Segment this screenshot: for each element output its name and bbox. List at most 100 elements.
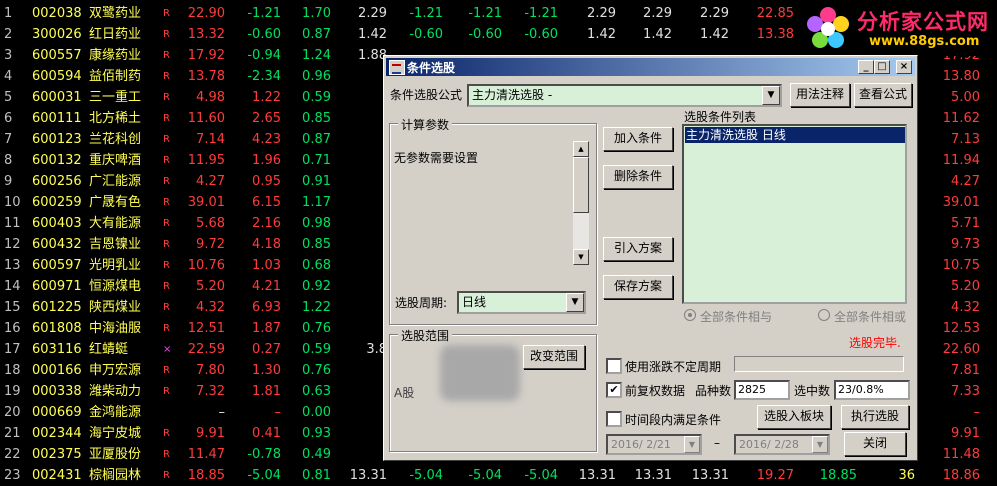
- maximize-button[interactable]: □: [874, 60, 890, 74]
- cell-c8: -5.04: [524, 468, 558, 483]
- cell-c15: 11.48: [942, 447, 980, 462]
- cell-chg: 2.65: [252, 111, 281, 126]
- stock-code: 600031: [32, 90, 82, 105]
- condition-list-item[interactable]: 主力清洗选股 日线: [685, 127, 905, 143]
- dialog-titlebar[interactable]: 条件选股 _ □ ×: [386, 58, 915, 76]
- stock-name: 棕榈园林: [89, 468, 142, 483]
- save-scheme-button[interactable]: 保存方案: [603, 275, 673, 299]
- logo-text: 分析家公式网: [857, 10, 989, 34]
- cell-pct: 0.76: [302, 321, 331, 336]
- row-index: 19: [4, 384, 21, 399]
- radio-and[interactable]: [684, 309, 696, 321]
- cell-c15: 11.62: [942, 111, 980, 126]
- chevron-down-icon[interactable]: ▼: [762, 86, 780, 105]
- cell-c9: 2.29: [587, 6, 616, 21]
- cell-c15: 22.60: [942, 342, 980, 357]
- cell-price: 11.60: [187, 111, 225, 126]
- cell-chg: 2.16: [252, 216, 281, 231]
- financing-flag: R: [163, 218, 170, 229]
- cell-chg: 0.95: [252, 174, 281, 189]
- close-button[interactable]: 关闭: [844, 432, 906, 456]
- change-range-button[interactable]: 改变范围: [523, 345, 585, 369]
- close-window-button[interactable]: ×: [896, 60, 912, 74]
- financing-flag: R: [163, 323, 170, 334]
- usage-notes-button[interactable]: 用法注释: [790, 83, 850, 107]
- formula-select[interactable]: 主力清洗选股 - ▼: [467, 84, 782, 107]
- count-field: 2825: [734, 380, 790, 400]
- cell-chg: –: [274, 405, 282, 420]
- stock-code: 600432: [32, 237, 82, 252]
- cell-c13: 18.85: [819, 468, 857, 483]
- cell-c15: 11.94: [942, 153, 980, 168]
- cell-c6: -1.21: [409, 6, 443, 21]
- row-index: 21: [4, 426, 21, 441]
- cell-chg: 4.21: [252, 279, 281, 294]
- stock-code: 600132: [32, 153, 82, 168]
- chevron-down-icon[interactable]: ▼: [566, 293, 584, 312]
- selected-field: 23/0.8%: [834, 380, 910, 400]
- time-range-checkbox[interactable]: [606, 411, 622, 427]
- cell-pct: 0.81: [302, 468, 331, 483]
- cell-c15: 10.75: [942, 258, 980, 273]
- stock-name: 光明乳业: [89, 258, 142, 273]
- financing-flag: R: [163, 470, 170, 481]
- view-formula-button[interactable]: 查看公式: [854, 83, 912, 107]
- stock-code: 600259: [32, 195, 82, 210]
- stock-code: 601225: [32, 300, 82, 315]
- cell-price: 9.72: [196, 237, 225, 252]
- cell-chg: 1.30: [252, 363, 281, 378]
- period-label: 选股周期:: [395, 296, 448, 310]
- scroll-down-icon[interactable]: ▼: [573, 249, 589, 265]
- cell-pct: 1.24: [302, 48, 331, 63]
- date-from-picker[interactable]: 2016/ 2/21 ▼: [606, 434, 702, 455]
- params-scrollbar[interactable]: ▲ ▼: [573, 141, 589, 265]
- stock-name: 吉恩镍业: [89, 237, 142, 252]
- scroll-up-icon[interactable]: ▲: [573, 141, 589, 157]
- cell-pct: 0.98: [302, 216, 331, 231]
- add-to-block-button[interactable]: 选股入板块: [757, 405, 831, 429]
- cell-c7: -1.21: [468, 6, 502, 21]
- cell-c5: 2.29: [358, 6, 387, 21]
- cell-c15: 5.20: [951, 279, 980, 294]
- cell-price: 4.32: [196, 300, 225, 315]
- financing-flag: R: [163, 176, 170, 187]
- adjust-checkbox[interactable]: ✔: [606, 382, 622, 398]
- execute-selection-button[interactable]: 执行选股: [841, 405, 909, 429]
- radio-or[interactable]: [818, 309, 830, 321]
- condition-list[interactable]: 主力清洗选股 日线: [682, 124, 907, 304]
- cell-c9: 1.42: [587, 27, 616, 42]
- cell-c12: 19.27: [756, 468, 794, 483]
- chevron-down-icon[interactable]: ▼: [684, 436, 700, 453]
- params-group-title: 计算参数: [398, 116, 453, 133]
- stock-name: 益佰制药: [89, 69, 142, 84]
- status-text: 选股完毕.: [849, 336, 901, 350]
- delete-condition-button[interactable]: 删除条件: [603, 165, 673, 189]
- cell-pct: 0.91: [302, 174, 331, 189]
- stock-code: 002375: [32, 447, 82, 462]
- cell-c11: 13.31: [691, 468, 729, 483]
- row-index: 23: [4, 468, 21, 483]
- chevron-down-icon[interactable]: ▼: [812, 436, 828, 453]
- cell-c12: 13.38: [756, 27, 794, 42]
- cell-pct: 0.63: [302, 384, 331, 399]
- cell-c15: 7.13: [951, 132, 980, 147]
- count-label: 品种数: [695, 384, 732, 398]
- stock-name: 海宁皮城: [89, 426, 142, 441]
- radio-and-label: 全部条件相与: [700, 310, 773, 324]
- cell-c15: 12.53: [942, 321, 980, 336]
- period-select[interactable]: 日线 ▼: [457, 291, 586, 314]
- cell-pct: 0.00: [302, 405, 331, 420]
- range-hint: A股: [394, 386, 415, 400]
- date-to-picker[interactable]: 2016/ 2/28 ▼: [734, 434, 830, 455]
- use-period-checkbox[interactable]: [606, 358, 622, 374]
- scroll-thumb[interactable]: [573, 157, 589, 213]
- financing-flag: ×: [163, 344, 172, 355]
- import-scheme-button[interactable]: 引入方案: [603, 237, 673, 261]
- row-index: 18: [4, 363, 21, 378]
- table-row[interactable]: 23 002431 棕榈园林 R 18.85 -5.04 0.81 13.31 -5.04 -5.…: [0, 465, 997, 486]
- progress-bar: [734, 356, 904, 372]
- cell-price: 11.47: [187, 447, 225, 462]
- params-text: 无参数需要设置: [394, 151, 479, 165]
- add-condition-button[interactable]: 加入条件: [603, 127, 673, 151]
- minimize-button[interactable]: _: [858, 60, 874, 74]
